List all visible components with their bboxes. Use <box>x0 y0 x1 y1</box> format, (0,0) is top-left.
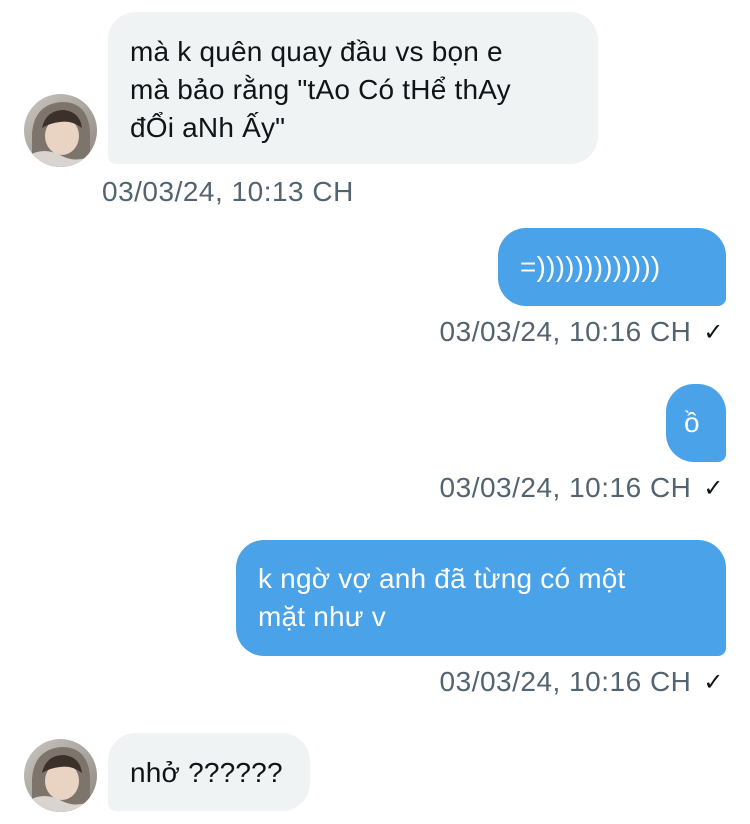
checkmark-icon: ✓ <box>703 474 724 502</box>
incoming-message-bubble[interactable]: nhở ?????? <box>108 733 310 811</box>
timestamp-text: 03/03/24, 10:16 CH <box>439 472 692 503</box>
avatar[interactable] <box>24 94 97 167</box>
outgoing-message-bubble[interactable]: k ngờ vợ anh đã từng có một mặt như v <box>236 540 726 656</box>
outgoing-message-bubble[interactable]: ồ <box>666 384 726 462</box>
checkmark-icon: ✓ <box>703 318 724 346</box>
timestamp-text: 03/03/24, 10:16 CH <box>439 666 692 697</box>
outgoing-message-bubble[interactable]: =))))))))))))) <box>498 228 726 306</box>
incoming-message-bubble[interactable]: mà k quên quay đầu vs bọn e mà bảo rằng … <box>108 12 598 164</box>
message-timestamp: 03/03/24, 10:16 CH ✓ <box>440 472 724 504</box>
message-timestamp: 03/03/24, 10:13 CH <box>102 176 354 208</box>
avatar[interactable] <box>24 739 97 812</box>
checkmark-icon: ✓ <box>703 668 724 696</box>
message-timestamp: 03/03/24, 10:16 CH ✓ <box>440 316 724 348</box>
message-thread: mà k quên quay đầu vs bọn e mà bảo rằng … <box>0 0 750 824</box>
message-timestamp: 03/03/24, 10:16 CH ✓ <box>440 666 724 698</box>
timestamp-text: 03/03/24, 10:13 CH <box>102 176 354 207</box>
timestamp-text: 03/03/24, 10:16 CH <box>439 316 692 347</box>
